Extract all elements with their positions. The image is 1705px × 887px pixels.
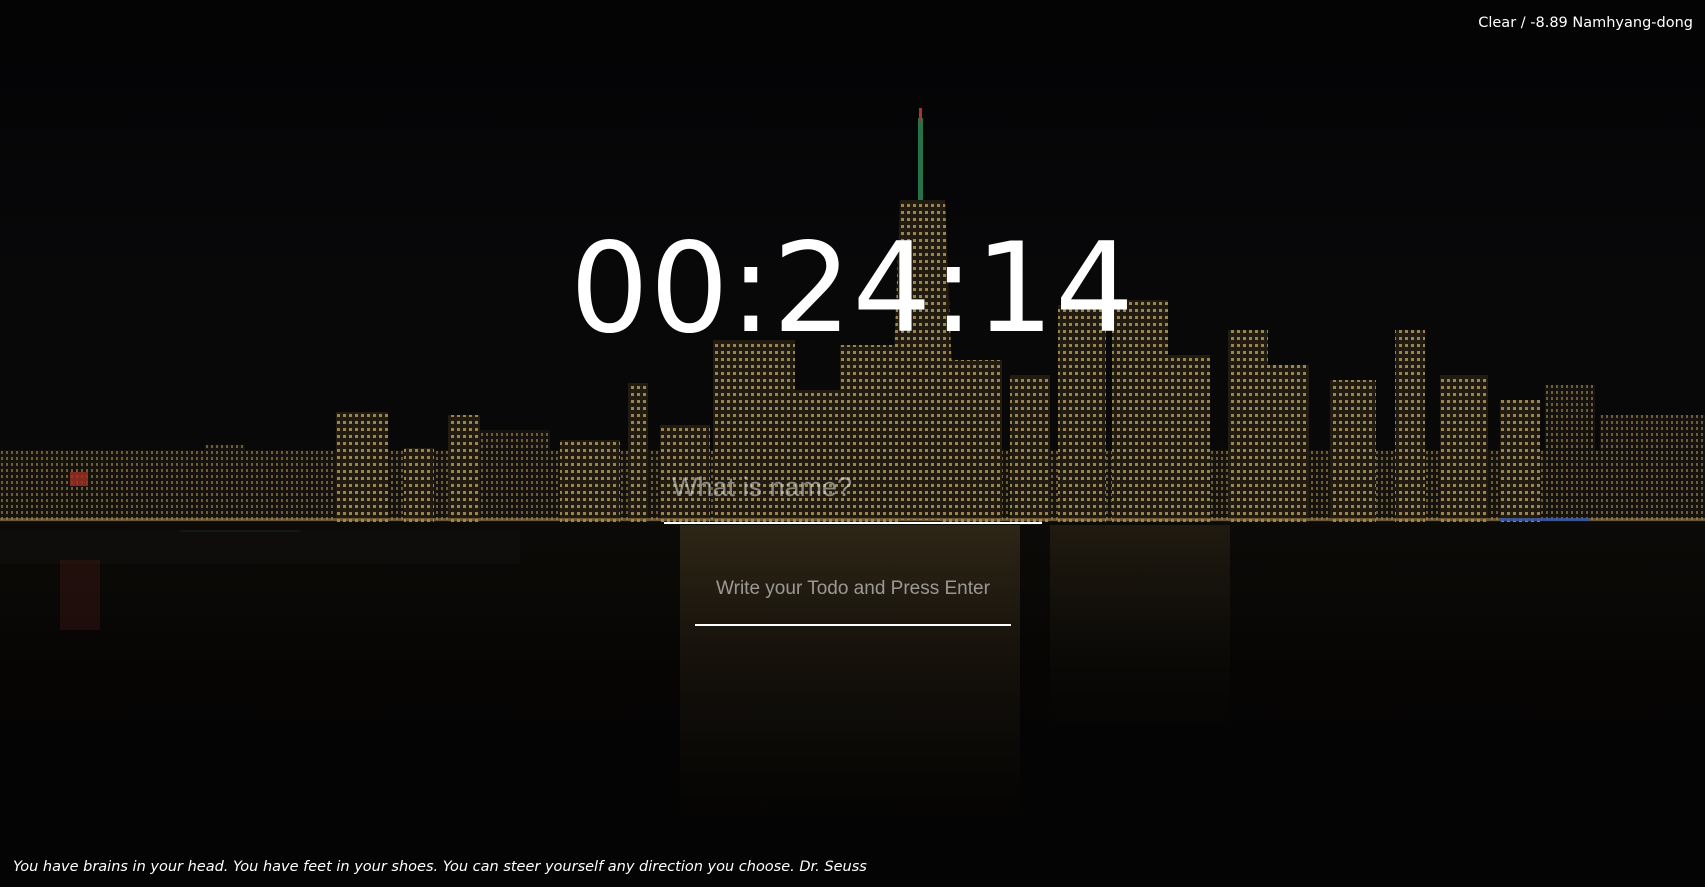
todo-input[interactable] — [695, 570, 1011, 626]
background-overlay — [0, 0, 1705, 887]
quote: You have brains in your head. You have f… — [13, 859, 867, 875]
name-input[interactable] — [664, 464, 1042, 524]
weather-label: Clear / -8.89 Namhyang-dong — [1478, 15, 1693, 31]
todo-form — [695, 570, 1011, 626]
name-form — [664, 464, 1042, 524]
clock: 00:24:14 — [570, 217, 1135, 361]
